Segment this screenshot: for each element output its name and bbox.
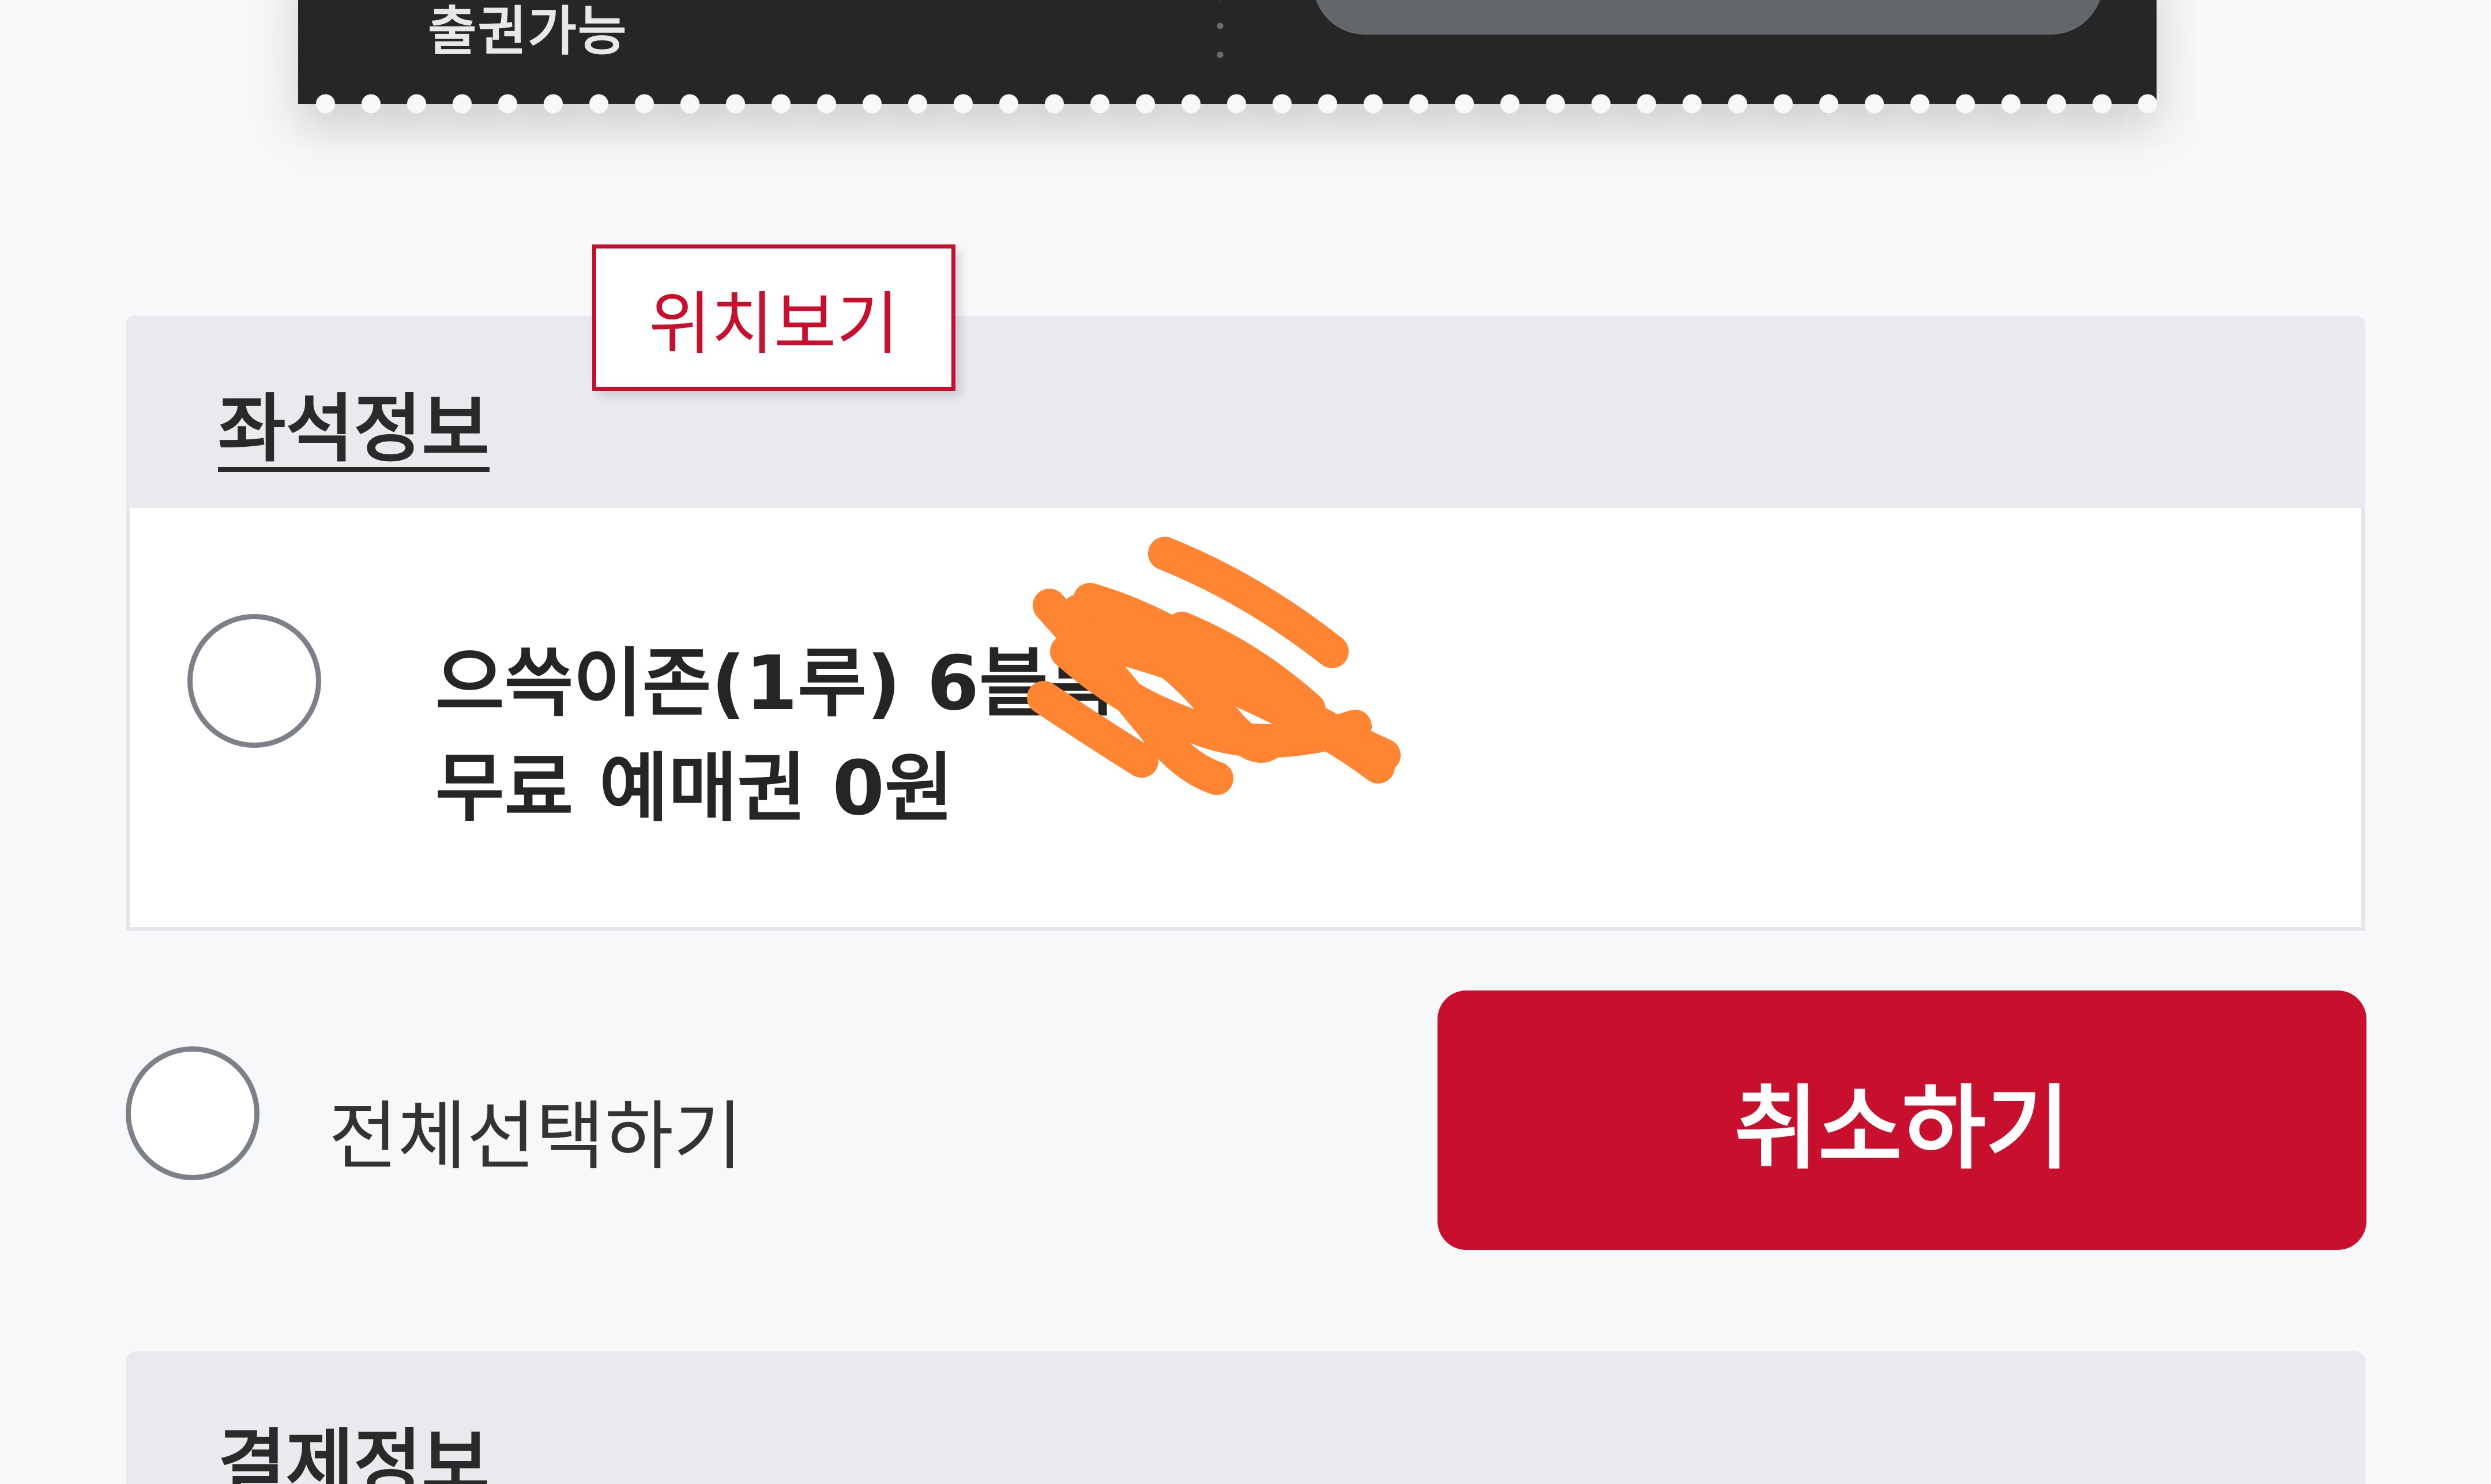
- view-location-button[interactable]: 위치보기: [592, 244, 955, 391]
- seat-price-text: 무료 예매권 0원: [435, 744, 954, 832]
- ticket-scallop-edge: [298, 93, 2157, 114]
- redaction-scribble: [1027, 537, 1401, 795]
- cancel-button[interactable]: 취소하기: [1438, 990, 2366, 1250]
- select-all-label[interactable]: 전체선택하기: [329, 1076, 743, 1184]
- ticket-status: 출권가능: [428, 1, 628, 62]
- ticket-action-button[interactable]: [1313, 0, 2103, 35]
- ticket-card: 출권가능: [298, 0, 2157, 114]
- payment-info-header: 결제정보: [126, 1351, 2365, 1484]
- seat-info-title: 좌석정보: [218, 386, 490, 472]
- seat-select-radio[interactable]: [187, 614, 321, 748]
- ticket-divider: [1217, 0, 1224, 69]
- select-all-radio[interactable]: [126, 1046, 259, 1180]
- payment-info-title: 결제정보: [218, 1421, 490, 1484]
- seat-info-header: 좌석정보: [126, 316, 2365, 508]
- ticket-detail-page: 출권가능 좌석정보 위치보기 으쓱이존(1루) 6블록 무료 예매권 0원 전체…: [0, 0, 2491, 1484]
